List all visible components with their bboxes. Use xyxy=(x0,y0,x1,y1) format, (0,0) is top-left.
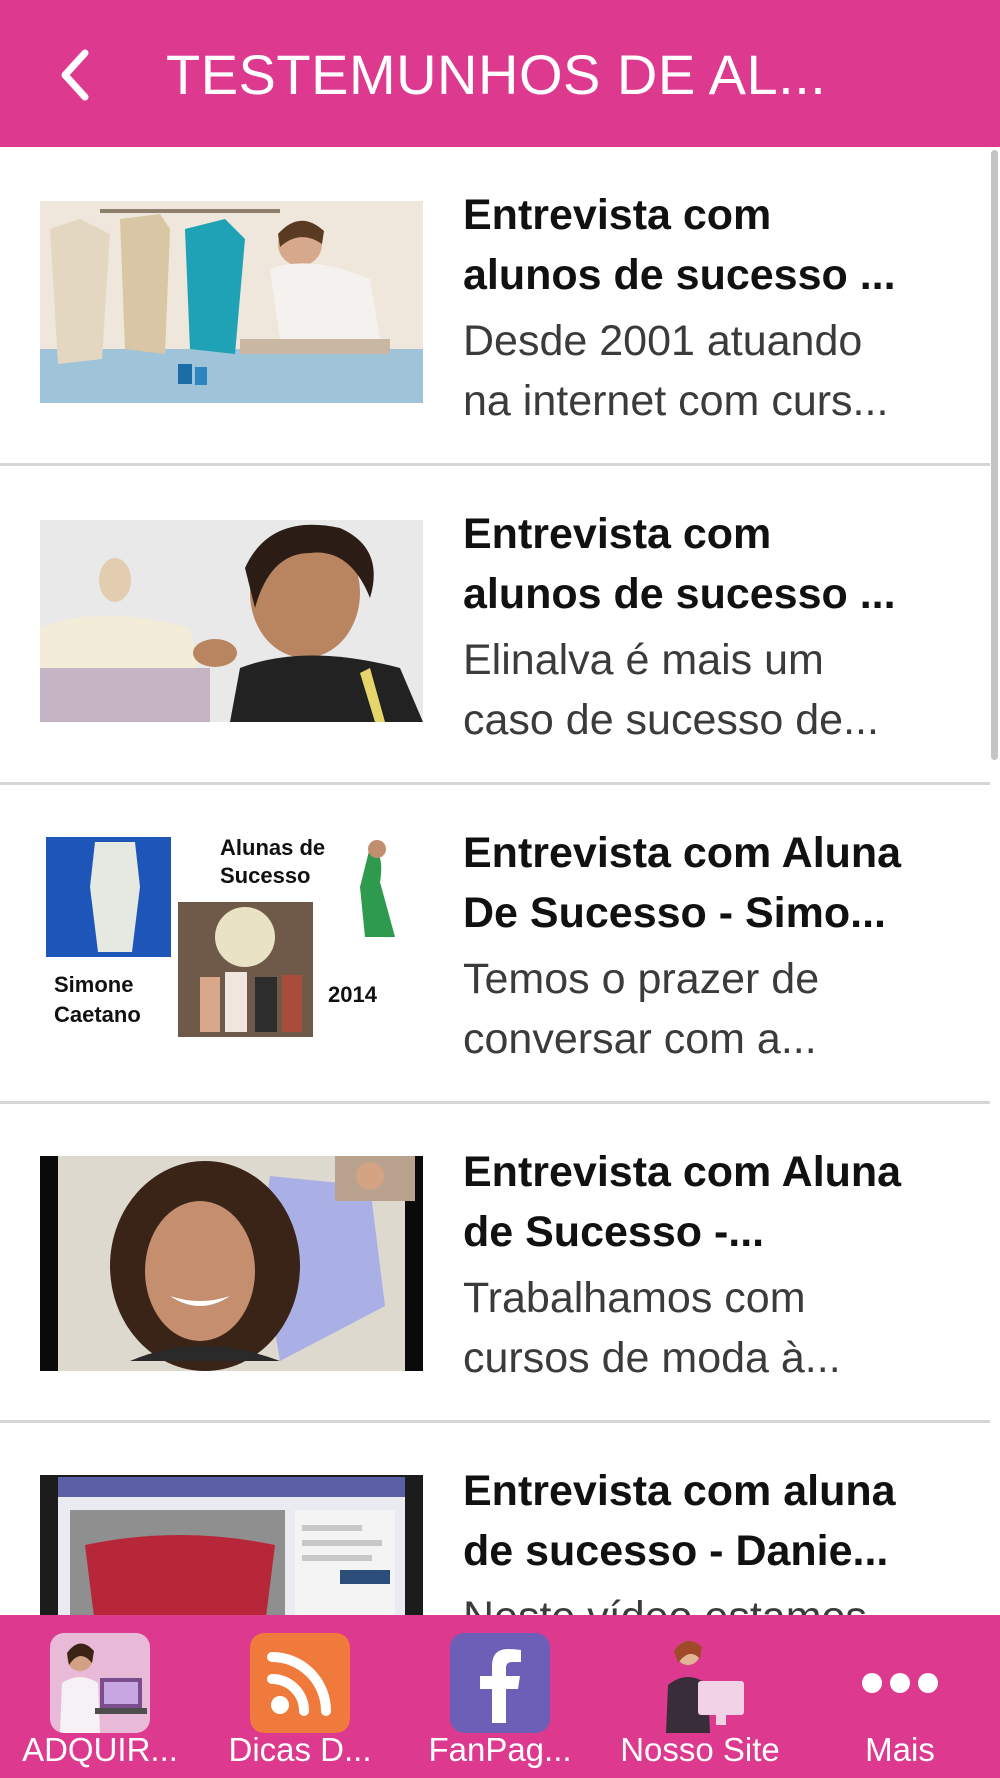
thumbnail-image xyxy=(40,1146,423,1372)
list-item-description: Trabalhamos com cursos de moda à... xyxy=(463,1274,841,1382)
list-item[interactable]: Alunas de Sucesso Simone Caetano 2014 En… xyxy=(0,785,990,1104)
thumbnail-image xyxy=(40,1465,423,1615)
list-item-description: Elinalva é mais um caso de sucesso de... xyxy=(463,636,879,744)
laptop-woman-icon xyxy=(50,1633,150,1733)
app-screen: TESTEMUNHOS DE AL... Entrevista com alun… xyxy=(0,0,1000,1778)
more-dots-icon xyxy=(850,1633,950,1733)
list-item[interactable]: Entrevista com alunos de sucesso ... Eli… xyxy=(0,466,990,785)
svg-text:Simone: Simone xyxy=(54,972,133,997)
tab-label: Nosso Site xyxy=(620,1731,780,1768)
svg-text:Caetano: Caetano xyxy=(54,1002,141,1027)
tab-mais[interactable]: Mais xyxy=(800,1615,1000,1778)
scrollbar[interactable] xyxy=(991,150,998,760)
list-item-title: Entrevista com alunos de sucesso ... xyxy=(463,191,896,299)
tab-label: Dicas D... xyxy=(228,1731,372,1768)
testimonial-list[interactable]: Entrevista com alunos de sucesso ... Des… xyxy=(0,147,990,1615)
bottom-tab-bar: ADQUIR... Dicas D... FanPag... Nosso Sit… xyxy=(0,1615,1000,1778)
list-item-description: Temos o prazer de conversar com a... xyxy=(463,955,820,1063)
list-item-title: Entrevista com alunos de sucesso ... xyxy=(463,510,896,618)
page-title: TESTEMUNHOS DE AL... xyxy=(166,43,827,106)
list-item-text: Entrevista com alunos de sucesso ... Eli… xyxy=(463,504,943,750)
facebook-icon xyxy=(450,1633,550,1733)
svg-text:Alunas de: Alunas de xyxy=(220,835,325,860)
svg-text:2014: 2014 xyxy=(328,982,378,1007)
header-bar: TESTEMUNHOS DE AL... xyxy=(0,0,1000,147)
list-item-title: Entrevista com aluna de sucesso - Danie.… xyxy=(463,1467,896,1575)
chevron-left-icon xyxy=(61,49,89,101)
thumbnail-image xyxy=(40,508,423,734)
list-item[interactable]: Entrevista com Aluna de Sucesso -... Tra… xyxy=(0,1104,990,1423)
rss-icon xyxy=(250,1633,350,1733)
tab-label: FanPag... xyxy=(428,1731,572,1768)
thumbnail-image xyxy=(40,189,423,415)
list-item-description: Desde 2001 atuando na internet com curs.… xyxy=(463,317,889,425)
tab-fanpage[interactable]: FanPag... xyxy=(400,1615,600,1778)
tab-dicas[interactable]: Dicas D... xyxy=(200,1615,400,1778)
list-item-text: Entrevista com Aluna De Sucesso - Simo..… xyxy=(463,823,943,1069)
list-item-title: Entrevista com Aluna De Sucesso - Simo..… xyxy=(463,829,902,937)
back-button[interactable] xyxy=(40,30,110,120)
list-item-text: Entrevista com alunos de sucesso ... Des… xyxy=(463,185,943,431)
list-item-description: Neste vídeo estamos xyxy=(463,1587,943,1615)
tab-label: Mais xyxy=(865,1731,935,1768)
list-item[interactable]: Entrevista com aluna de sucesso - Danie.… xyxy=(0,1423,990,1615)
list-item-text: Entrevista com aluna de sucesso - Danie.… xyxy=(463,1461,943,1615)
assistant-computer-icon xyxy=(650,1633,750,1733)
tab-adquirir[interactable]: ADQUIR... xyxy=(0,1615,200,1778)
list-item-text: Entrevista com Aluna de Sucesso -... Tra… xyxy=(463,1142,943,1388)
svg-text:Sucesso: Sucesso xyxy=(220,863,311,888)
list-item-title: Entrevista com Aluna de Sucesso -... xyxy=(463,1148,902,1256)
tab-nosso-site[interactable]: Nosso Site xyxy=(600,1615,800,1778)
thumbnail-image: Alunas de Sucesso Simone Caetano 2014 xyxy=(40,827,423,1053)
tab-label: ADQUIR... xyxy=(22,1731,178,1768)
list-item[interactable]: Entrevista com alunos de sucesso ... Des… xyxy=(0,147,990,466)
